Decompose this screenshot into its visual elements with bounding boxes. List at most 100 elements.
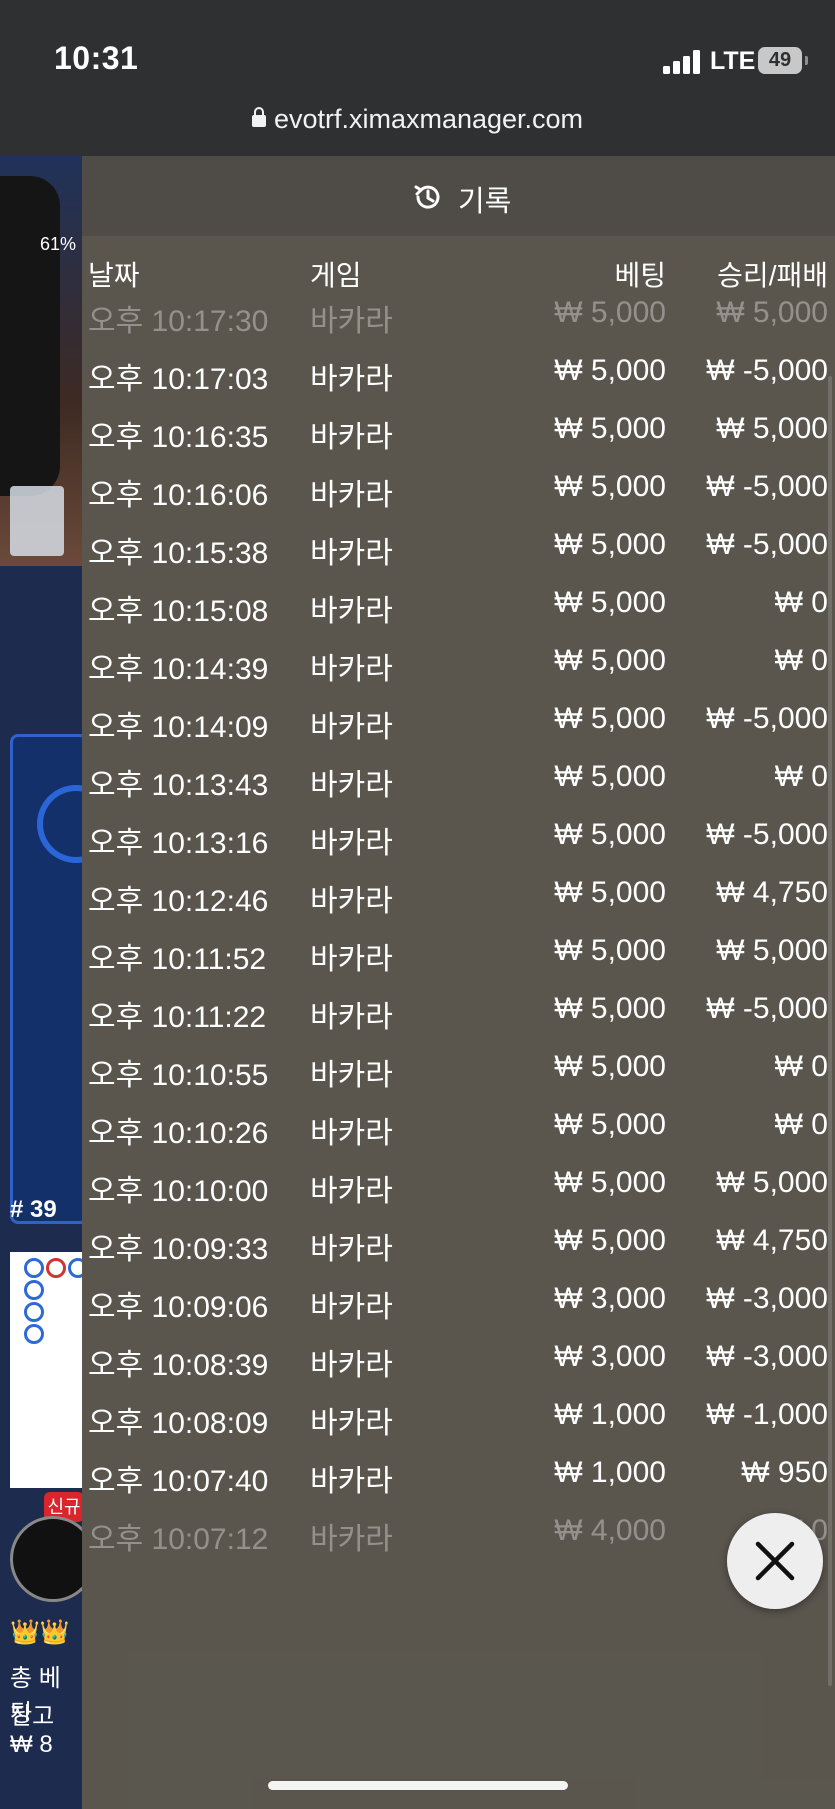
close-button[interactable]	[727, 1513, 823, 1609]
row-bet: ₩ 5,000	[554, 1166, 666, 1199]
row-result: ₩ -1,000	[706, 1398, 828, 1431]
row-game: 바카라	[310, 711, 393, 744]
row-time: 오후 10:17:03	[88, 363, 269, 396]
history-header: 기록	[82, 156, 835, 236]
background-game-view: 61% # 39 신규 👑👑 총 베팅 잔고 ₩ 8	[0, 156, 82, 1809]
chip-button[interactable]	[10, 1516, 82, 1602]
row-result: ₩ -5,000	[706, 354, 828, 387]
row-result: ₩ 950	[741, 1456, 828, 1489]
row-bet: ₩ 5,000	[554, 1224, 666, 1257]
row-bet: ₩ 1,000	[554, 1456, 666, 1489]
row-time: 오후 10:09:06	[88, 1291, 269, 1324]
browser-top-bar: 10:31 LTE 49 evotrf.ximaxmanager.com	[0, 0, 835, 156]
row-game: 바카라	[310, 1291, 393, 1324]
row-result: ₩ 5,000	[716, 934, 828, 967]
balance-label: 잔고 ₩ 8	[10, 1703, 55, 1758]
history-row: 오후 10:17:30 바카라 ₩ 5,000 ₩ 5,000	[82, 296, 835, 362]
history-row: 오후 10:16:35 바카라 ₩ 5,000 ₩ 5,000	[82, 412, 835, 478]
history-row: 오후 10:09:06 바카라 ₩ 3,000 ₩ -3,000	[82, 1282, 835, 1348]
battery-icon: 49	[758, 47, 808, 74]
row-result: ₩ -3,000	[706, 1340, 828, 1373]
win-percent: 61%	[40, 234, 77, 254]
address-bar[interactable]: evotrf.ximaxmanager.com	[0, 104, 835, 135]
row-game: 바카라	[310, 421, 393, 454]
row-result: ₩ 4,750	[716, 1224, 828, 1257]
row-time: 오후 10:14:39	[88, 653, 269, 686]
history-row: 오후 10:09:33 바카라 ₩ 5,000 ₩ 4,750	[82, 1224, 835, 1290]
history-row: 오후 10:15:08 바카라 ₩ 5,000 ₩ 0	[82, 586, 835, 652]
history-row: 오후 10:10:26 바카라 ₩ 5,000 ₩ 0	[82, 1108, 835, 1174]
row-time: 오후 10:17:30	[88, 305, 269, 338]
row-bet: ₩ 5,000	[554, 528, 666, 561]
history-row: 오후 10:08:39 바카라 ₩ 3,000 ₩ -3,000	[82, 1340, 835, 1406]
row-time: 오후 10:08:39	[88, 1349, 269, 1382]
row-result: ₩ 4,750	[716, 876, 828, 909]
row-bet: ₩ 5,000	[554, 992, 666, 1025]
row-bet: ₩ 5,000	[554, 644, 666, 677]
row-game: 바카라	[310, 1407, 393, 1440]
row-result: ₩ -5,000	[706, 992, 828, 1025]
row-bet: ₩ 5,000	[554, 760, 666, 793]
history-icon	[414, 185, 440, 209]
row-game: 바카라	[310, 1349, 393, 1382]
progress-ring	[37, 785, 82, 863]
history-row: 오후 10:15:38 바카라 ₩ 5,000 ₩ -5,000	[82, 528, 835, 594]
row-time: 오후 10:16:35	[88, 421, 269, 454]
dealer-video	[0, 156, 82, 566]
row-game: 바카라	[310, 827, 393, 860]
row-bet: ₩ 5,000	[554, 1108, 666, 1141]
row-game: 바카라	[310, 1233, 393, 1266]
row-bet: ₩ 5,000	[554, 412, 666, 445]
row-time: 오후 10:16:06	[88, 479, 269, 512]
row-time: 오후 10:07:40	[88, 1465, 269, 1498]
history-row: 오후 10:13:16 바카라 ₩ 5,000 ₩ -5,000	[82, 818, 835, 884]
column-bet: 베팅	[614, 260, 666, 291]
history-row: 오후 10:10:00 바카라 ₩ 5,000 ₩ 5,000	[82, 1166, 835, 1232]
row-result: ₩ -3,000	[706, 1282, 828, 1315]
round-number: # 39	[10, 1196, 57, 1223]
bead-road	[10, 1252, 82, 1488]
scrollbar[interactable]	[828, 376, 832, 1686]
row-bet: ₩ 4,000	[554, 1514, 666, 1547]
history-row: 오후 10:07:12바카라₩ 4,000₩ 0	[82, 1514, 835, 1580]
row-game: 바카라	[310, 1465, 393, 1498]
row-result: ₩ 5,000	[716, 1166, 828, 1199]
column-result: 승리/패배	[717, 260, 828, 291]
row-result: ₩ 5,000	[716, 296, 828, 329]
history-row: 오후 10:08:09 바카라 ₩ 1,000 ₩ -1,000	[82, 1398, 835, 1464]
history-title: 기록	[458, 186, 512, 218]
row-time: 오후 10:10:55	[88, 1059, 269, 1092]
row-time: 오후 10:15:08	[88, 595, 269, 628]
history-row: 오후 10:16:06 바카라 ₩ 5,000 ₩ -5,000	[82, 470, 835, 536]
row-game: 바카라	[310, 1001, 393, 1034]
row-game: 바카라	[310, 943, 393, 976]
row-time: 오후 10:15:38	[88, 537, 269, 570]
history-row: 오후 10:14:09 바카라 ₩ 5,000 ₩ -5,000	[82, 702, 835, 768]
status-time: 10:31	[54, 40, 139, 76]
row-time: 오후 10:11:52	[88, 943, 267, 976]
row-time: 오후 10:10:00	[88, 1175, 269, 1208]
row-game: 바카라	[310, 1523, 393, 1556]
history-row: 오후 10:11:22 바카라 ₩ 5,000 ₩ -5,000	[82, 992, 835, 1058]
row-bet: ₩ 3,000	[554, 1282, 666, 1315]
history-row: 오후 10:07:40 바카라 ₩ 1,000 ₩ 950	[82, 1456, 835, 1522]
row-game: 바카라	[310, 1059, 393, 1092]
history-row: 오후 10:12:46 바카라 ₩ 5,000 ₩ 4,750	[82, 876, 835, 942]
row-bet: ₩ 5,000	[554, 470, 666, 503]
network-type: LTE	[710, 47, 756, 75]
row-game: 바카라	[310, 595, 393, 628]
row-result: ₩ 0	[774, 644, 828, 677]
row-bet: ₩ 5,000	[554, 934, 666, 967]
row-game: 바카라	[310, 537, 393, 570]
history-panel: 기록 날짜 게임 베팅 승리/패배 오후 10:17:30 바카라 ₩ 5,000 ₩…	[82, 156, 835, 1809]
row-result: ₩ 0	[774, 760, 828, 793]
row-bet: ₩ 5,000	[554, 586, 666, 619]
history-row: 오후 10:10:55 바카라 ₩ 5,000 ₩ 0	[82, 1050, 835, 1116]
row-time: 오후 10:14:09	[88, 711, 269, 744]
row-result: ₩ -5,000	[706, 470, 828, 503]
row-result: ₩ -5,000	[706, 702, 828, 735]
history-row: 오후 10:13:43 바카라 ₩ 5,000 ₩ 0	[82, 760, 835, 826]
row-result: ₩ -5,000	[706, 528, 828, 561]
row-bet: ₩ 5,000	[554, 876, 666, 909]
row-bet: ₩ 5,000	[554, 702, 666, 735]
